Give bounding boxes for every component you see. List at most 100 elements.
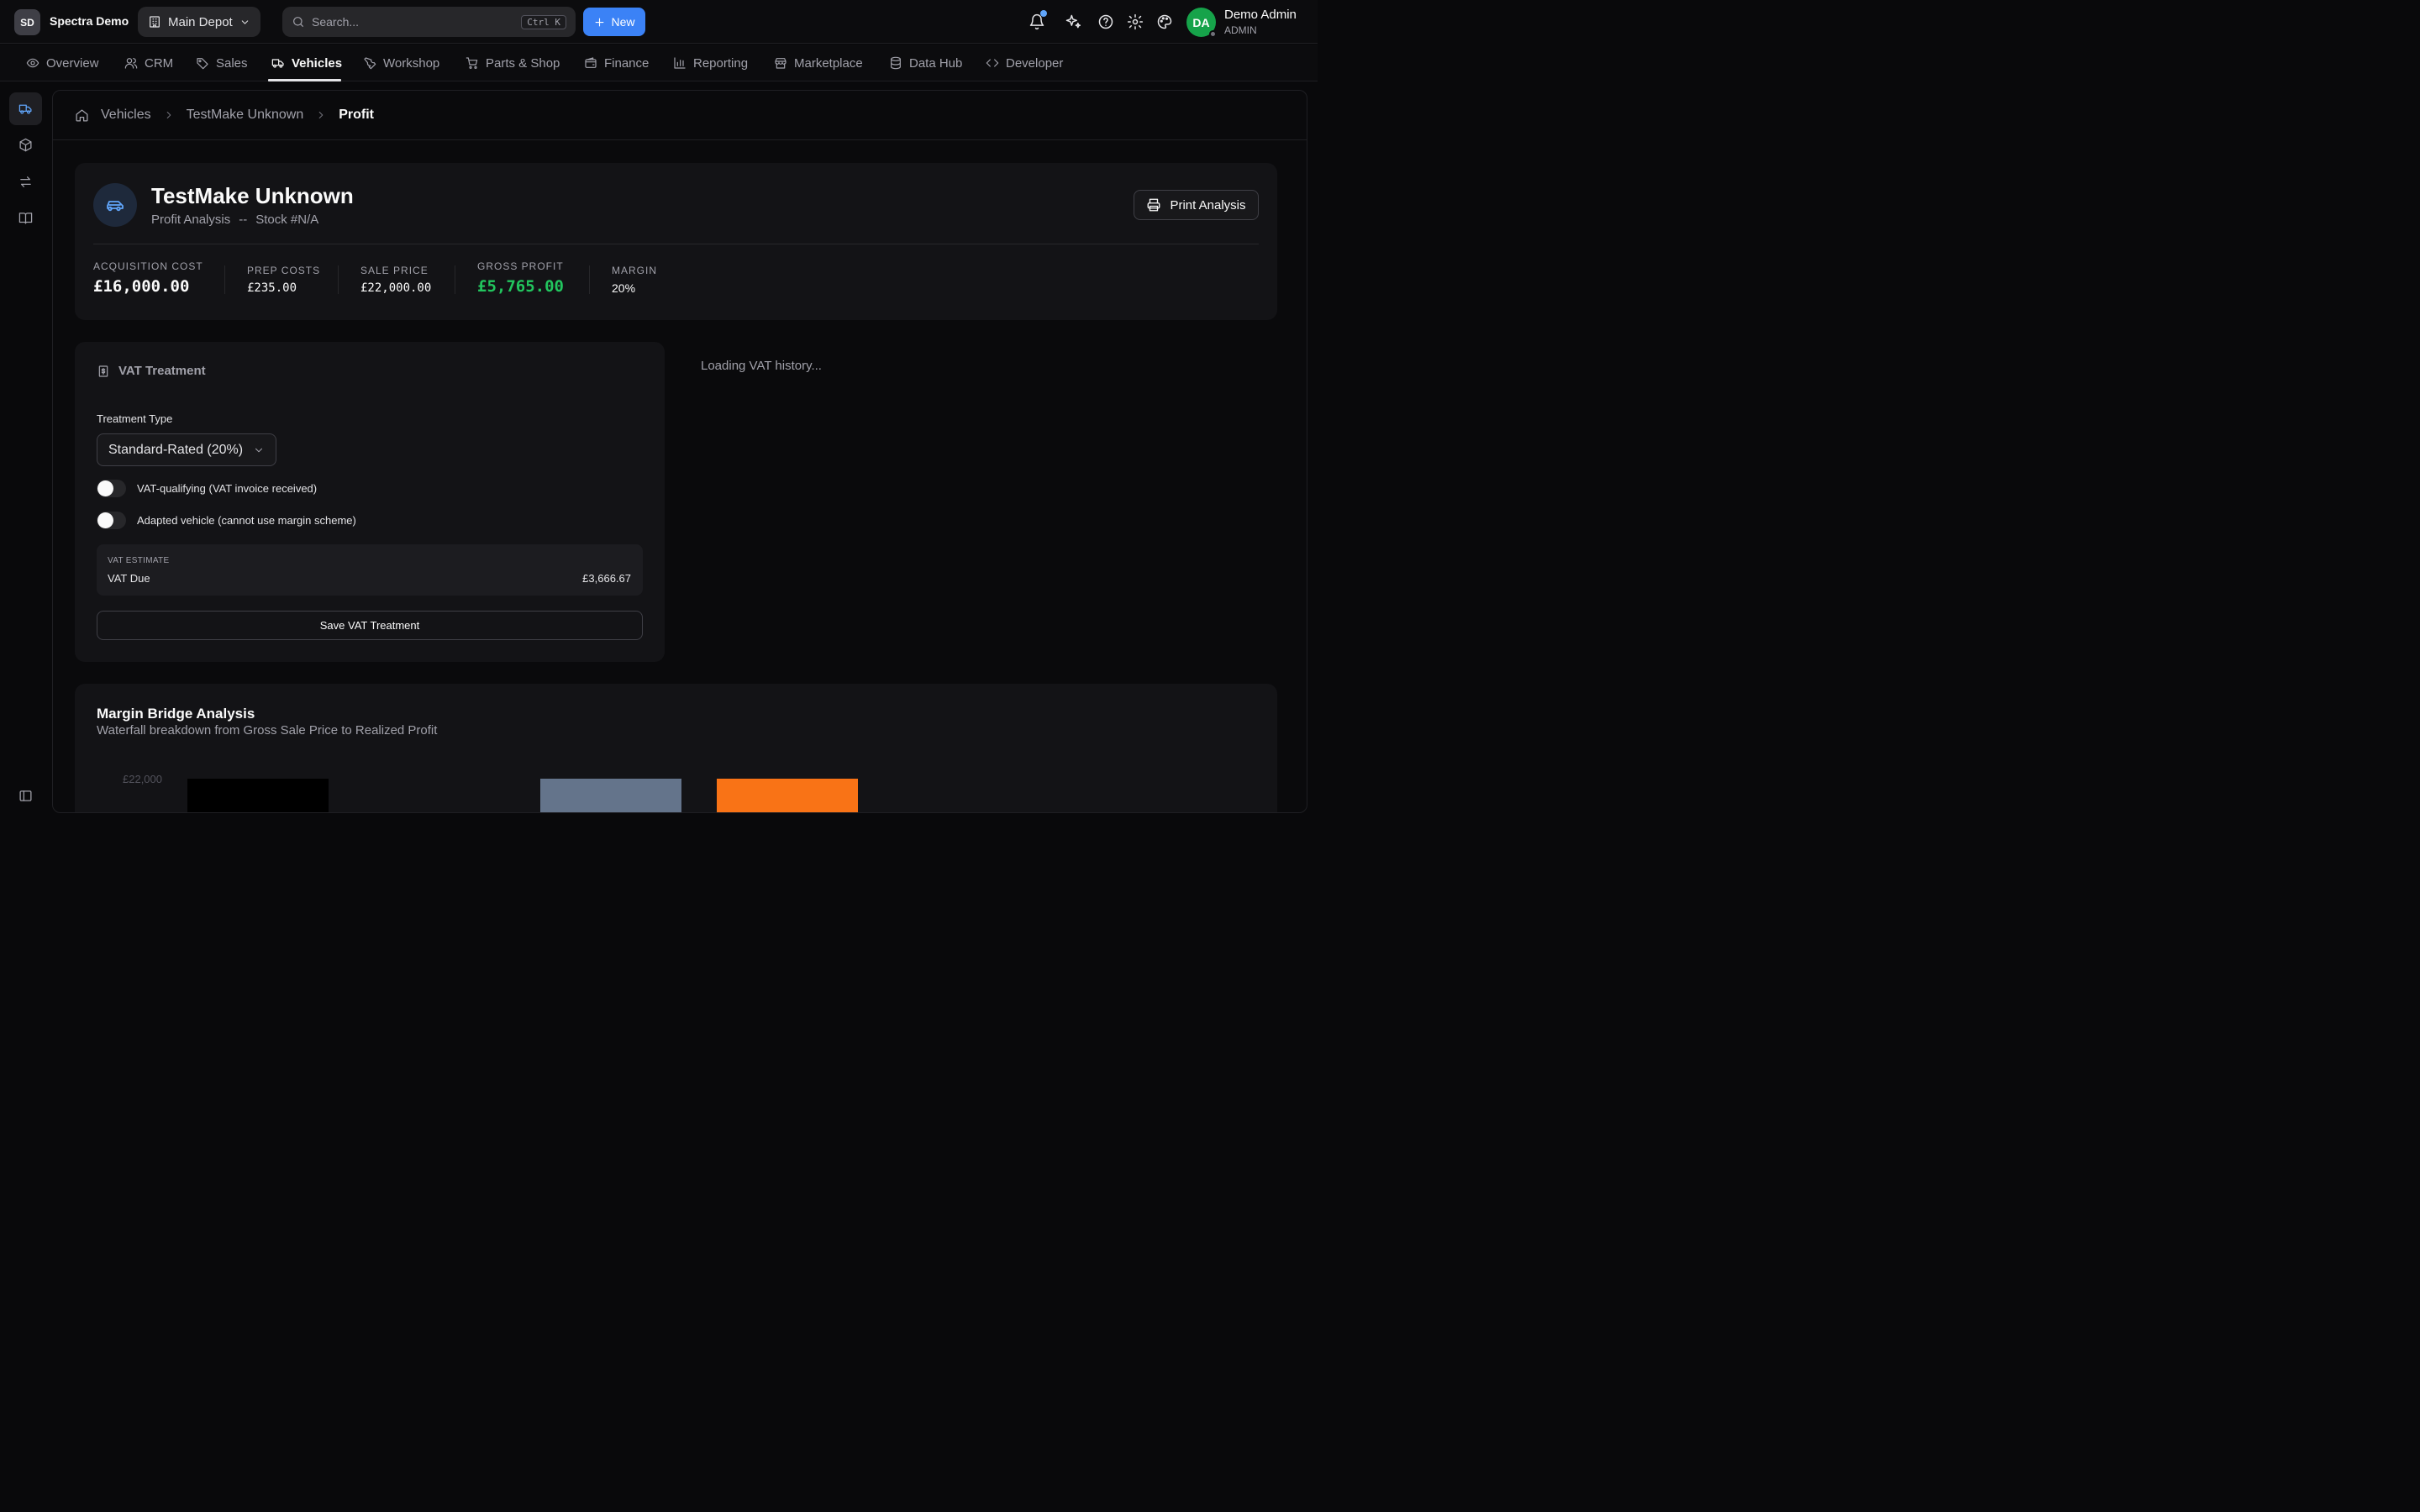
page-title: TestMake Unknown	[151, 183, 354, 208]
breadcrumb-vehicle[interactable]: TestMake Unknown	[187, 108, 304, 123]
subtitle-separator: --	[239, 213, 248, 227]
search-input[interactable]: Search... Ctrl K	[282, 7, 576, 37]
margin-bridge-subtitle: Waterfall breakdown from Gross Sale Pric…	[97, 723, 438, 738]
settings-icon[interactable]	[1125, 12, 1145, 32]
waterfall-chart-svg: £22,000	[123, 773, 858, 812]
select-value: Standard-Rated (20%)	[108, 442, 244, 457]
top-bar: SD Spectra Demo Main Depot Search... Ctr…	[0, 0, 1318, 44]
help-icon[interactable]	[1096, 12, 1116, 32]
print-analysis-button[interactable]: Print Analysis	[1134, 190, 1259, 220]
vat-estimate-box: VAT ESTIMATE VAT Due £3,666.67	[97, 544, 643, 596]
subtitle-text: Profit Analysis	[151, 213, 231, 227]
tab-label: Sales	[216, 55, 248, 71]
divider	[589, 265, 590, 294]
active-tab-indicator	[268, 79, 341, 81]
tab-finance[interactable]: Finance	[584, 45, 649, 81]
vat-history-loading: Loading VAT history...	[701, 359, 822, 373]
tab-label: Vehicles	[292, 55, 343, 71]
rail-transfers[interactable]	[9, 165, 42, 198]
tab-parts-shop[interactable]: Parts & Shop	[466, 45, 560, 81]
tab-label: Parts & Shop	[486, 55, 560, 71]
print-label: Print Analysis	[1170, 197, 1246, 213]
rail-catalog[interactable]	[9, 202, 42, 234]
waterfall-bar	[540, 779, 681, 812]
vat-due-label: VAT Due	[108, 572, 150, 585]
tab-overview[interactable]: Overview	[26, 45, 99, 81]
new-button-label: New	[611, 15, 635, 29]
tab-crm[interactable]: CRM	[124, 45, 173, 81]
vat-title-text: VAT Treatment	[118, 364, 206, 378]
user-role: ADMIN	[1224, 24, 1257, 36]
car-icon	[93, 183, 137, 227]
tab-workshop[interactable]: Workshop	[363, 45, 439, 81]
vat-title: VAT Treatment	[97, 364, 206, 378]
book-icon	[18, 211, 33, 225]
save-vat-treatment-button[interactable]: Save VAT Treatment	[97, 611, 643, 640]
tab-sales[interactable]: Sales	[196, 45, 248, 81]
tab-label: Reporting	[693, 55, 749, 71]
vat-due-value: £3,666.67	[582, 572, 631, 585]
breadcrumb-vehicles[interactable]: Vehicles	[101, 108, 151, 123]
new-button[interactable]: New	[583, 8, 645, 36]
code-icon	[986, 56, 999, 70]
users-icon	[124, 56, 138, 70]
tag-icon	[196, 56, 209, 70]
rail-vehicles[interactable]	[9, 92, 42, 125]
tab-label: Marketplace	[794, 55, 863, 71]
rail-collapse[interactable]	[9, 780, 42, 812]
vat-treatment-card: VAT Treatment Treatment Type Standard-Ra…	[75, 342, 665, 662]
status-indicator	[1209, 30, 1217, 38]
box-icon	[18, 138, 33, 152]
tab-label: CRM	[145, 55, 174, 71]
truck-icon	[271, 56, 285, 70]
tab-developer[interactable]: Developer	[986, 45, 1063, 81]
vehicle-subtitle: Profit Analysis -- Stock #N/A	[151, 213, 318, 227]
tab-reporting[interactable]: Reporting	[673, 45, 748, 81]
receipt-icon	[97, 365, 110, 378]
shortcut-badge: Ctrl K	[521, 14, 566, 29]
stat-label: Acquisition Cost	[93, 260, 203, 272]
wrench-icon	[363, 56, 376, 70]
stat-label: Margin	[612, 265, 657, 276]
search-icon	[292, 15, 305, 29]
waterfall-bar	[187, 779, 329, 812]
stat-sale-price: Sale Price £22,000.00	[360, 265, 431, 295]
stat-value: £16,000.00	[93, 277, 190, 296]
user-name[interactable]: Demo Admin	[1224, 8, 1297, 22]
divider	[224, 265, 225, 294]
tab-marketplace[interactable]: Marketplace	[774, 45, 863, 81]
eye-icon	[26, 56, 39, 70]
vat-qualifying-toggle-row: VAT-qualifying (VAT invoice received)	[97, 480, 317, 497]
treatment-type-select[interactable]: Standard-Rated (20%)	[97, 433, 276, 466]
vehicle-header-card: TestMake Unknown Profit Analysis -- Stoc…	[75, 163, 1277, 320]
adapted-vehicle-toggle[interactable]	[97, 512, 126, 529]
depot-selector[interactable]: Main Depot	[138, 7, 260, 37]
treatment-type-label: Treatment Type	[97, 412, 173, 425]
sidebar-toggle-icon	[18, 789, 33, 803]
home-icon[interactable]	[75, 108, 89, 123]
rail-inventory[interactable]	[9, 129, 42, 161]
breadcrumb-current: Profit	[339, 108, 374, 122]
margin-bridge-title: Margin Bridge Analysis	[97, 706, 255, 722]
stat-label: Prep Costs	[247, 265, 321, 276]
printer-icon	[1146, 197, 1161, 213]
sparkles-icon[interactable]	[1063, 12, 1083, 32]
tab-vehicles[interactable]: Vehicles	[271, 45, 342, 81]
depot-label: Main Depot	[168, 14, 233, 29]
adapted-vehicle-toggle-row: Adapted vehicle (cannot use margin schem…	[97, 512, 356, 529]
vat-qualifying-toggle[interactable]	[97, 480, 126, 497]
notification-dot	[1040, 10, 1047, 17]
tab-label: Overview	[46, 55, 99, 71]
vat-estimate-label: VAT ESTIMATE	[108, 556, 170, 565]
bell-icon[interactable]	[1027, 10, 1047, 32]
margin-bridge-card: Margin Bridge Analysis Waterfall breakdo…	[75, 684, 1277, 812]
brand-logo[interactable]: SD	[14, 9, 40, 35]
chevron-right-icon	[163, 109, 175, 121]
stat-label: Gross Profit	[477, 260, 564, 272]
palette-icon[interactable]	[1155, 12, 1175, 32]
side-rail	[0, 81, 52, 823]
brand-name: Spectra Demo	[50, 14, 129, 28]
tab-data-hub[interactable]: Data Hub	[889, 45, 962, 81]
chevron-right-icon	[315, 109, 327, 121]
stat-value: £22,000.00	[360, 281, 432, 295]
